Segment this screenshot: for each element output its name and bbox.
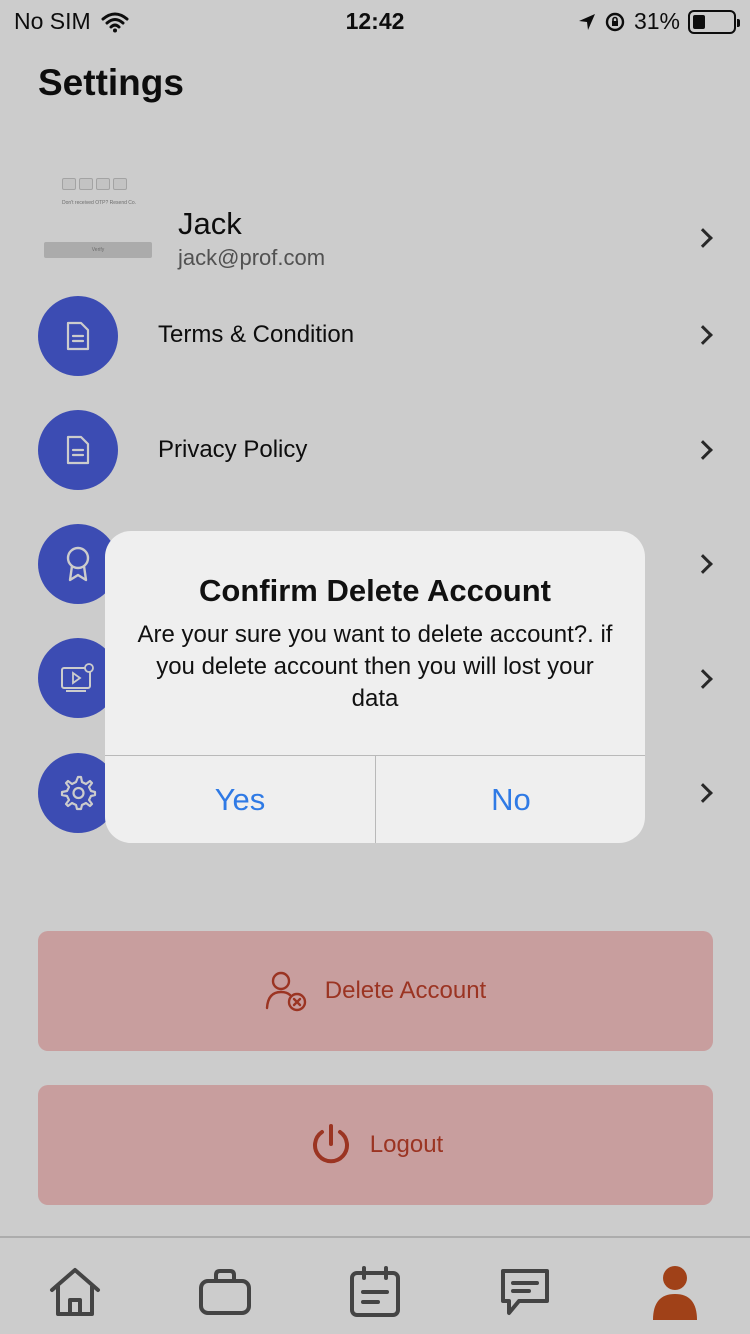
yes-button[interactable]: Yes (105, 756, 375, 843)
dialog-message: Are your sure you want to delete account… (137, 621, 613, 712)
no-button[interactable]: No (376, 756, 645, 843)
dialog-title: Confirm Delete Account (199, 573, 551, 608)
confirm-dialog: Confirm Delete Account Are your sure you… (105, 531, 645, 843)
